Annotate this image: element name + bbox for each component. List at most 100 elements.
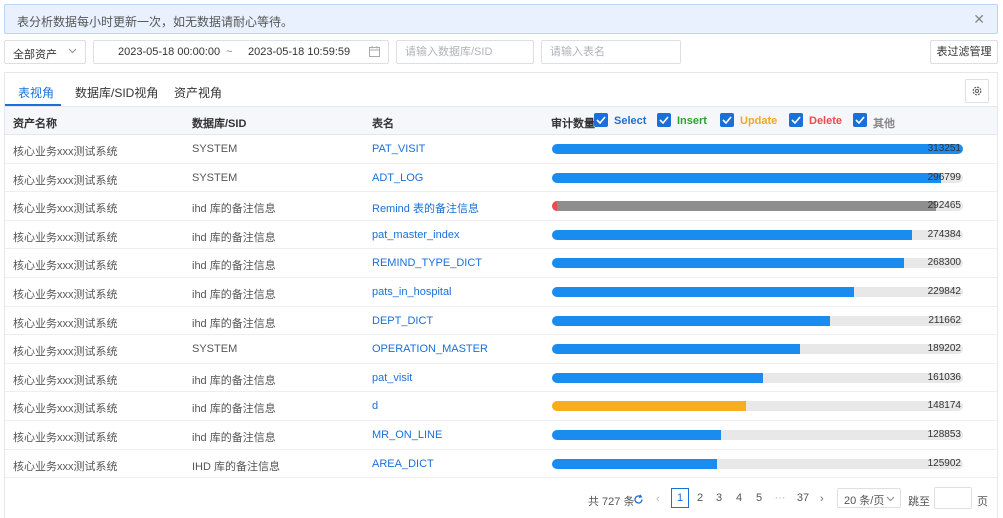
- audit-count-label: 292465: [927, 200, 961, 212]
- total-count: 共 727 条: [588, 496, 635, 508]
- legend-update: Update: [740, 115, 778, 127]
- chevron-down-icon: [68, 48, 77, 54]
- db-sid-cell: ihd 库的备注信息: [192, 317, 276, 330]
- db-sid-cell: ihd 库的备注信息: [192, 260, 276, 273]
- table-name-link[interactable]: d: [372, 400, 378, 412]
- date-end[interactable]: 2023-05-18 10:59:59: [248, 46, 350, 58]
- jump-label: 跳至: [908, 496, 930, 508]
- asset-name-cell: 核心业务xxx测试系统: [13, 374, 118, 387]
- insert-checkbox[interactable]: [657, 113, 671, 127]
- table-name-link[interactable]: pat_visit: [372, 372, 412, 384]
- select-checkbox[interactable]: [594, 113, 608, 127]
- audit-count-label: 125902: [927, 457, 961, 469]
- table-name-link[interactable]: PAT_VISIT: [372, 143, 425, 155]
- date-separator: ~: [226, 46, 233, 58]
- table-name-link[interactable]: REMIND_TYPE_DICT: [372, 257, 482, 269]
- column-header-db: 数据库/SID: [192, 118, 247, 130]
- delete-checkbox[interactable]: [789, 113, 803, 127]
- table-name-link[interactable]: ADT_LOG: [372, 172, 423, 184]
- db-sid-cell: SYSTEM: [192, 343, 238, 356]
- column-header-table: 表名: [372, 118, 394, 130]
- table-name-link[interactable]: pat_master_index: [372, 229, 459, 241]
- tab-table-view[interactable]: 表视角: [18, 84, 54, 101]
- pagination: 共 727 条 ‹ 1 2 3 4 5 ··· 37 › 20 条/页 跳至 页: [5, 485, 997, 515]
- db-sid-cell: ihd 库的备注信息: [192, 432, 276, 444]
- page-5[interactable]: 5: [750, 488, 768, 508]
- asset-name-cell: 核心业务xxx测试系统: [13, 403, 118, 416]
- tab-db-sid-view[interactable]: 数据库/SID视角: [75, 84, 158, 101]
- asset-name-cell: 核心业务xxx测试系统: [13, 146, 118, 158]
- close-icon[interactable]: ✕: [973, 11, 985, 27]
- calendar-icon: [369, 46, 380, 57]
- table-row: 核心业务xxx测试系统 ihd 库的备注信息 MR_ON_LINE 128853: [5, 421, 997, 450]
- date-start[interactable]: 2023-05-18 00:00:00: [118, 46, 220, 58]
- asset-name-cell: 核心业务xxx测试系统: [13, 289, 118, 301]
- db-sid-search-input[interactable]: [396, 40, 534, 64]
- db-sid-cell: ihd 库的备注信息: [192, 203, 276, 216]
- db-sid-cell: ihd 库的备注信息: [192, 403, 276, 416]
- audit-count-label: 128853: [927, 429, 961, 440]
- table-filter-management-button[interactable]: 表过滤管理: [930, 40, 998, 64]
- asset-name-cell: 核心业务xxx测试系统: [13, 317, 118, 330]
- table-name-link[interactable]: DEPT_DICT: [372, 315, 433, 327]
- page-size-value: 20 条/页: [844, 495, 885, 507]
- refresh-icon[interactable]: [633, 494, 644, 505]
- table-name-link[interactable]: AREA_DICT: [372, 458, 434, 470]
- other-checkbox[interactable]: [853, 113, 867, 127]
- notice-text: 表分析数据每小时更新一次，如无数据请耐心等待。: [17, 15, 294, 29]
- db-sid-cell: SYSTEM: [192, 143, 238, 155]
- audit-count-label: 189202: [927, 343, 961, 355]
- table-row: 核心业务xxx测试系统 ihd 库的备注信息 DEPT_DICT 211662: [5, 307, 997, 336]
- date-range-picker[interactable]: 2023-05-18 00:00:00 ~ 2023-05-18 10:59:5…: [93, 40, 389, 64]
- audit-count-label: 296799: [927, 171, 961, 183]
- asset-name-cell: 核心业务xxx测试系统: [13, 346, 118, 359]
- filter-bar: 全部资产 2023-05-18 00:00:00 ~ 2023-05-18 10…: [4, 40, 998, 64]
- gear-icon: [972, 86, 982, 96]
- table-name-link[interactable]: OPERATION_MASTER: [372, 343, 488, 355]
- column-header-asset: 资产名称: [13, 118, 57, 130]
- chevron-down-icon: [886, 496, 895, 502]
- legend-select: Select: [614, 115, 647, 127]
- table-name-search-input[interactable]: [541, 40, 681, 64]
- db-sid-cell: IHD 库的备注信息: [192, 460, 280, 473]
- page-ellipsis[interactable]: ···: [771, 488, 789, 508]
- page-4[interactable]: 4: [730, 488, 748, 508]
- tab-asset-view[interactable]: 资产视角: [174, 84, 222, 101]
- next-page-icon[interactable]: ›: [820, 493, 824, 505]
- asset-select[interactable]: 全部资产: [4, 40, 86, 64]
- audit-count-label: 229842: [927, 286, 961, 297]
- table-row: 核心业务xxx测试系统 SYSTEM OPERATION_MASTER 189202: [5, 335, 997, 364]
- column-header-audit: 审计数量: [551, 118, 595, 130]
- page-last[interactable]: 37: [794, 488, 812, 508]
- jump-page-input[interactable]: [934, 487, 972, 509]
- db-sid-cell: ihd 库的备注信息: [192, 289, 276, 301]
- db-sid-cell: ihd 库的备注信息: [192, 374, 276, 387]
- asset-name-cell: 核心业务xxx测试系统: [13, 260, 118, 273]
- table-row: 核心业务xxx测试系统 ihd 库的备注信息 pats_in_hospital 229…: [5, 278, 997, 307]
- audit-count-label: 313251: [927, 143, 961, 154]
- asset-name-cell: 核心业务xxx测试系统: [13, 174, 118, 187]
- asset-name-cell: 核心业务xxx测试系统: [13, 203, 118, 216]
- legend-insert: Insert: [677, 115, 707, 127]
- view-tabs: 表视角 数据库/SID视角 资产视角: [5, 73, 997, 107]
- page-3[interactable]: 3: [710, 488, 728, 508]
- db-sid-cell: ihd 库的备注信息: [192, 231, 276, 244]
- table-row: 核心业务xxx测试系统 ihd 库的备注信息 pat_visit 161036: [5, 364, 997, 393]
- update-checkbox[interactable]: [720, 113, 734, 127]
- table-row: 核心业务xxx测试系统 ihd 库的备注信息 pat_master_index 274…: [5, 221, 997, 250]
- table-name-link[interactable]: MR_ON_LINE: [372, 429, 442, 441]
- settings-button[interactable]: [965, 79, 989, 103]
- table-name-link[interactable]: pats_in_hospital: [372, 286, 452, 298]
- table-panel: 表视角 数据库/SID视角 资产视角 资产名称 数据库/SID 表名 审计数量 …: [4, 72, 998, 518]
- asset-name-cell: 核心业务xxx测试系统: [13, 432, 118, 444]
- page-2[interactable]: 2: [691, 488, 709, 508]
- db-sid-cell: SYSTEM: [192, 171, 238, 184]
- page-1[interactable]: 1: [671, 488, 689, 508]
- active-tab-indicator: [5, 104, 61, 106]
- table-row: 核心业务xxx测试系统 SYSTEM PAT_VISIT 313251: [5, 135, 997, 164]
- prev-page-icon[interactable]: ‹: [656, 493, 660, 505]
- page-suffix: 页: [977, 496, 988, 508]
- page-size-select[interactable]: 20 条/页: [837, 488, 901, 508]
- asset-name-cell: 核心业务xxx测试系统: [13, 460, 118, 473]
- table-name-link[interactable]: Remind 表的备注信息: [372, 200, 479, 216]
